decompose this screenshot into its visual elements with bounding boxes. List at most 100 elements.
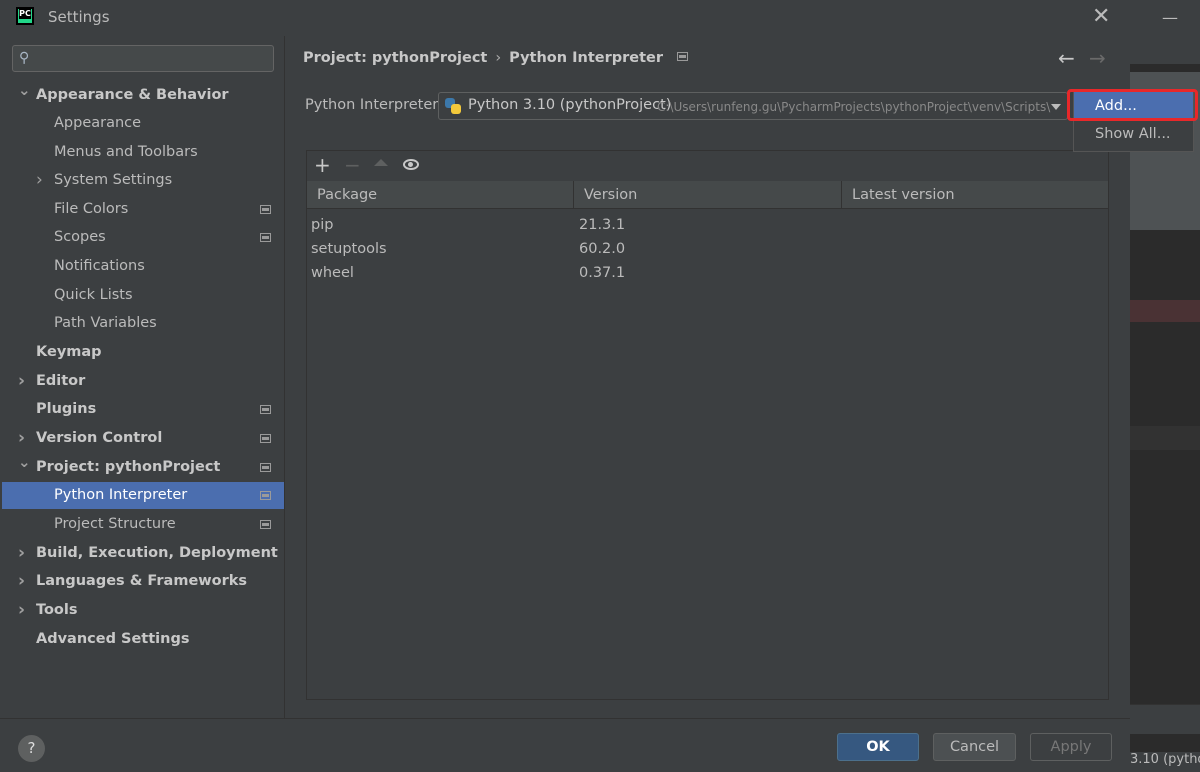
sidebar-item-label: Keymap bbox=[36, 344, 102, 360]
sidebar-item-label: File Colors bbox=[54, 201, 129, 217]
project-scope-icon bbox=[677, 52, 689, 61]
upgrade-package-icon[interactable] bbox=[374, 159, 388, 166]
chevron-down-icon[interactable]: ⌄ bbox=[18, 77, 31, 104]
chevron-down-icon bbox=[1051, 104, 1061, 110]
project-scope-icon bbox=[260, 205, 271, 214]
interpreter-label: Python Interpreter: bbox=[305, 97, 443, 113]
apply-button[interactable]: Apply bbox=[1030, 733, 1112, 761]
table-row[interactable]: setuptools 60.2.0 bbox=[307, 237, 1108, 261]
breadcrumb: Project: pythonProject › Python Interprete… bbox=[303, 50, 689, 66]
search-icon: ⚲ bbox=[19, 50, 30, 66]
window-title: Settings bbox=[48, 8, 110, 26]
sidebar-item[interactable]: › Build, Execution, Deployment bbox=[2, 540, 284, 567]
column-header-package[interactable]: Package bbox=[307, 181, 574, 209]
sidebar-item[interactable]: Notifications bbox=[2, 253, 284, 280]
sidebar-item[interactable]: Python Interpreter bbox=[2, 482, 284, 509]
table-row[interactable]: wheel 0.37.1 bbox=[307, 261, 1108, 285]
project-scope-icon bbox=[260, 434, 271, 443]
sidebar-item-label: Project: pythonProject bbox=[36, 459, 221, 475]
table-row[interactable]: pip 21.3.1 bbox=[307, 213, 1108, 237]
column-header-version[interactable]: Version bbox=[574, 181, 842, 209]
sidebar-item[interactable]: File Colors bbox=[2, 196, 284, 223]
chevron-down-icon[interactable]: ⌄ bbox=[18, 449, 31, 476]
ide-error-line bbox=[1130, 300, 1200, 322]
sidebar-item[interactable]: Project Structure bbox=[2, 511, 284, 538]
breadcrumb-separator: › bbox=[495, 50, 502, 66]
sidebar-item[interactable]: Path Variables bbox=[2, 310, 284, 337]
sidebar-item[interactable]: Menus and Toolbars bbox=[2, 139, 284, 166]
sidebar-item[interactable]: ⌄ Project: pythonProject bbox=[2, 453, 284, 481]
package-version: 60.2.0 bbox=[579, 241, 626, 257]
ide-current-line bbox=[1130, 426, 1200, 450]
sidebar-item-label: Editor bbox=[36, 373, 86, 389]
add-package-icon[interactable]: + bbox=[314, 154, 331, 176]
dialog-button-bar: ? OK Cancel Apply bbox=[0, 718, 1130, 772]
interpreter-name: Python 3.10 (pythonProject) bbox=[468, 97, 672, 113]
ide-bottom-bar bbox=[1130, 704, 1200, 734]
python-icon bbox=[445, 98, 461, 114]
breadcrumb-project: Project: pythonProject bbox=[303, 50, 488, 66]
sidebar-item[interactable]: Quick Lists bbox=[2, 282, 284, 309]
pycharm-icon bbox=[16, 7, 34, 25]
package-version: 21.3.1 bbox=[579, 217, 626, 233]
sidebar-item[interactable]: Advanced Settings bbox=[2, 626, 284, 653]
sidebar-item-label: System Settings bbox=[54, 172, 173, 188]
column-header-latest-version[interactable]: Latest version bbox=[842, 181, 1108, 209]
breadcrumb-page: Python Interpreter bbox=[509, 50, 664, 66]
sidebar-item[interactable]: › Version Control bbox=[2, 425, 284, 452]
menu-item-show-all[interactable]: Show All... bbox=[1074, 120, 1193, 148]
sidebar-item-label: Path Variables bbox=[54, 315, 157, 331]
main-content: Project: pythonProject › Python Interprete… bbox=[286, 36, 1130, 718]
sidebar-item[interactable]: Scopes bbox=[2, 224, 284, 251]
sidebar-item-label: Languages & Frameworks bbox=[36, 573, 248, 589]
package-name: wheel bbox=[311, 265, 354, 281]
sidebar-item-label: Quick Lists bbox=[54, 287, 133, 303]
sidebar-item[interactable]: Plugins bbox=[2, 396, 284, 423]
sidebar-item[interactable]: › Languages & Frameworks bbox=[2, 568, 284, 595]
sidebar-item-label: Advanced Settings bbox=[36, 631, 190, 647]
sidebar-item-label: Scopes bbox=[54, 229, 106, 245]
back-arrow-icon[interactable]: ← bbox=[1058, 46, 1075, 70]
ide-status-text: 3.10 (pytho bbox=[1130, 752, 1200, 772]
annotation-highlight-box bbox=[1067, 89, 1198, 121]
chevron-right-icon[interactable]: › bbox=[36, 167, 43, 194]
package-name: pip bbox=[311, 217, 334, 233]
sidebar-item-label: Version Control bbox=[36, 430, 163, 446]
project-scope-icon bbox=[260, 405, 271, 414]
sidebar-item[interactable]: Keymap bbox=[2, 339, 284, 366]
project-scope-icon bbox=[260, 233, 271, 242]
table-header: Package Version Latest version bbox=[307, 181, 1108, 209]
chevron-right-icon[interactable]: › bbox=[18, 368, 25, 395]
sidebar-item[interactable]: › Tools bbox=[2, 597, 284, 624]
chevron-right-icon[interactable]: › bbox=[18, 597, 25, 624]
interpreter-path: C:\Users\runfeng.gu\PycharmProjects\pyth… bbox=[657, 100, 1051, 114]
chevron-right-icon[interactable]: › bbox=[18, 568, 25, 595]
close-icon[interactable]: ✕ bbox=[1092, 4, 1110, 29]
packages-panel: + − Package Version Latest version pip 2… bbox=[306, 150, 1109, 700]
sidebar-item-label: Menus and Toolbars bbox=[54, 144, 198, 160]
settings-dialog: Settings ✕ ⚲ ⌄Appearance & BehaviorAppea… bbox=[0, 0, 1130, 772]
sidebar-item-label: Tools bbox=[36, 602, 78, 618]
ok-button[interactable]: OK bbox=[837, 733, 919, 761]
chevron-right-icon[interactable]: › bbox=[18, 425, 25, 452]
remove-package-icon[interactable]: − bbox=[344, 154, 361, 176]
interpreter-dropdown[interactable]: Python 3.10 (pythonProject) C:\Users\run… bbox=[438, 92, 1068, 120]
sidebar-item[interactable]: Appearance bbox=[2, 110, 284, 137]
search-input[interactable]: ⚲ bbox=[12, 45, 274, 72]
package-name: setuptools bbox=[311, 241, 387, 257]
project-scope-icon bbox=[260, 463, 271, 472]
cancel-button[interactable]: Cancel bbox=[933, 733, 1016, 761]
chevron-right-icon[interactable]: › bbox=[18, 540, 25, 567]
forward-arrow-icon[interactable]: → bbox=[1089, 46, 1106, 70]
sidebar-item[interactable]: ⌄ Appearance & Behavior bbox=[2, 81, 284, 109]
sidebar-item[interactable]: › Editor bbox=[2, 368, 284, 395]
project-scope-icon bbox=[260, 491, 271, 500]
sidebar-item[interactable]: › System Settings bbox=[2, 167, 284, 194]
minimize-icon[interactable]: — bbox=[1162, 8, 1178, 27]
package-version: 0.37.1 bbox=[579, 265, 626, 281]
help-button[interactable]: ? bbox=[18, 735, 45, 762]
sidebar-item-label: Project Structure bbox=[54, 516, 176, 532]
show-early-releases-icon[interactable] bbox=[403, 159, 419, 170]
sidebar-item-label: Python Interpreter bbox=[54, 487, 188, 503]
ide-toolbar: — bbox=[1130, 0, 1200, 64]
